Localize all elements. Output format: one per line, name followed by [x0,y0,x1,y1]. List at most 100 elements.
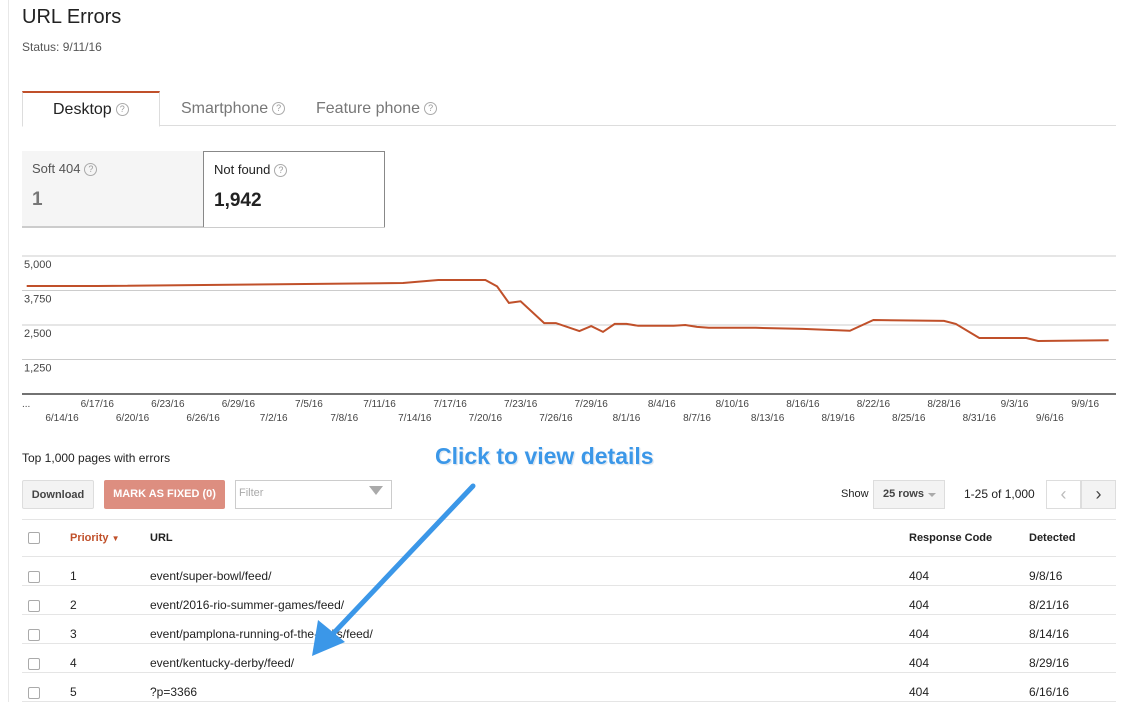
x-tick-label: 6/17/16 [81,399,115,410]
y-tick-label: 2,500 [24,328,52,340]
filter-icon[interactable] [369,486,383,495]
series-line [26,279,1109,343]
x-tick-label: 8/22/16 [857,399,891,410]
x-tick-label: 8/1/16 [613,413,641,424]
x-tick-label: 7/17/16 [433,399,467,410]
filter-placeholder: Filter [239,487,264,499]
x-tick-label: 8/28/16 [927,399,961,410]
help-icon[interactable]: ? [272,102,286,116]
tab-label: Smartphone [181,100,269,117]
card-value: 1 [32,189,43,210]
divider [22,585,1116,586]
card-value: 1,942 [214,190,262,211]
row-url[interactable]: ?p=3366 [150,685,197,699]
divider [22,643,1116,644]
download-button[interactable]: Download [22,480,94,509]
row-detected: 9/8/16 [1029,569,1063,583]
row-detected: 6/16/16 [1029,685,1070,699]
row-response-code: 404 [909,656,930,670]
row-detected: 8/29/16 [1029,656,1070,670]
divider [22,227,385,228]
help-icon[interactable]: ? [84,163,98,177]
y-tick-label: 3,750 [24,294,52,306]
row-detected: 8/14/16 [1029,627,1070,641]
filter-input[interactable]: Filter [235,480,392,509]
card-label: Not found [214,162,271,177]
row-priority: 1 [70,569,77,583]
help-icon[interactable]: ? [274,164,288,178]
card-soft-404[interactable]: Soft 404? 1 [22,151,204,227]
row-response-code: 404 [909,627,930,641]
x-tick-label: 6/20/16 [116,413,150,424]
x-tick-label: 7/26/16 [539,413,573,424]
x-tick-label: 7/2/16 [260,413,288,424]
device-tabs: Desktop? Smartphone? Feature phone? [22,91,1116,127]
y-tick-label: 5,000 [24,259,52,271]
url-header[interactable]: URL [150,532,173,544]
x-tick-label: 6/14/16 [45,413,79,424]
pager-range: 1-25 of 1,000 [964,487,1035,501]
row-url[interactable]: event/super-bowl/feed/ [150,569,271,583]
tab-label: Desktop [53,101,112,118]
row-response-code: 404 [909,685,930,699]
card-not-found[interactable]: Not found? 1,942 [203,151,385,227]
x-tick-label: 7/11/16 [363,399,396,410]
x-tick-label: 8/25/16 [892,413,926,424]
x-tick-label: 7/8/16 [330,413,358,424]
x-tick-label: ... [22,399,30,410]
chevron-down-icon [928,493,936,497]
row-url[interactable]: event/2016-rio-summer-games/feed/ [150,598,344,612]
sort-down-icon: ▼ [111,534,120,543]
rows-select[interactable]: 25 rows [873,480,945,509]
row-checkbox[interactable] [28,658,40,670]
tab-desktop[interactable]: Desktop? [22,91,160,127]
annotation-callout: Click to view details [435,443,654,469]
select-all-checkbox[interactable] [28,532,40,544]
status-date: Status: 9/11/16 [22,40,102,54]
priority-header-label: Priority [70,532,109,544]
row-priority: 2 [70,598,77,612]
tab-smartphone[interactable]: Smartphone? [167,91,299,126]
response-code-header[interactable]: Response Code [909,532,992,544]
priority-header[interactable]: Priority ▼ [70,532,120,544]
x-tick-label: 9/9/16 [1071,399,1099,410]
row-checkbox[interactable] [28,600,40,612]
row-response-code: 404 [909,598,930,612]
row-checkbox[interactable] [28,687,40,699]
show-label: Show [841,488,869,500]
x-tick-label: 6/26/16 [186,413,220,424]
detected-header[interactable]: Detected [1029,532,1075,544]
row-checkbox[interactable] [28,629,40,641]
x-tick-label: 8/7/16 [683,413,711,424]
help-icon[interactable]: ? [424,102,438,116]
page-title: URL Errors [22,6,122,28]
row-url[interactable]: event/pamplona-running-of-the-bulls/feed… [150,627,373,641]
x-tick-label: 7/20/16 [469,413,503,424]
x-tick-label: 8/19/16 [821,413,855,424]
tab-feature-phone[interactable]: Feature phone? [302,91,451,126]
x-tick-label: 8/13/16 [751,413,785,424]
x-tick-label: 8/10/16 [716,399,750,410]
divider [22,672,1116,673]
row-priority: 3 [70,627,77,641]
row-response-code: 404 [909,569,930,583]
row-checkbox[interactable] [28,571,40,583]
divider [22,519,1116,520]
tab-label: Feature phone [316,100,421,117]
next-page-button[interactable]: › [1081,480,1116,509]
x-tick-label: 8/16/16 [786,399,820,410]
x-tick-label: 9/3/16 [1001,399,1029,410]
x-tick-label: 8/4/16 [648,399,676,410]
prev-page-button[interactable]: ‹ [1046,480,1081,509]
card-label: Soft 404 [32,161,81,176]
errors-line-chart: 5,0003,7502,5001,250... 6/17/16 6/23/16 6/2… [22,255,1116,424]
mark-as-fixed-button[interactable]: MARK AS FIXED (0) [104,480,225,509]
x-tick-label: 7/29/16 [575,399,609,410]
x-tick-label: 8/31/16 [963,413,997,424]
row-priority: 5 [70,685,77,699]
divider [22,614,1116,615]
y-tick-label: 1,250 [24,363,52,375]
row-url[interactable]: event/kentucky-derby/feed/ [150,656,294,670]
help-icon[interactable]: ? [115,103,129,117]
x-tick-label: 6/29/16 [222,399,256,410]
